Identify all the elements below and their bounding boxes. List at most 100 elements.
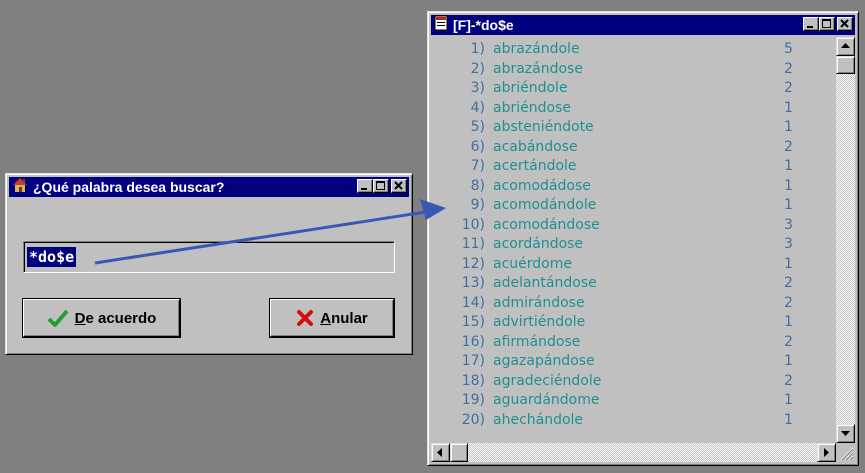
arrow-right-icon bbox=[824, 448, 829, 457]
list-item[interactable]: 3) abriéndole 2 bbox=[431, 80, 831, 100]
row-word: adelantándose bbox=[493, 275, 597, 291]
row-count: 1 bbox=[784, 392, 793, 408]
close-icon bbox=[394, 181, 403, 190]
row-word: acomodándole bbox=[493, 197, 597, 213]
results-list[interactable]: 1) abrazándole 5 2) abrazándose 2 3) abriéndole… bbox=[431, 37, 837, 449]
list-item[interactable]: 14) admirándose 2 bbox=[431, 295, 831, 315]
row-word: acabándose bbox=[493, 138, 578, 155]
checkmark-icon bbox=[47, 309, 69, 327]
list-item[interactable]: 5) absteniéndote 1 bbox=[431, 119, 831, 139]
scroll-left-button[interactable] bbox=[431, 443, 450, 462]
row-number: 18) bbox=[461, 372, 485, 389]
ok-button-label: De acuerdo bbox=[74, 309, 157, 327]
scroll-thumb[interactable] bbox=[836, 56, 855, 74]
row-number: 4) bbox=[470, 99, 485, 116]
list-item[interactable]: 12) acuérdome 1 bbox=[431, 256, 831, 276]
row-number: 2) bbox=[470, 60, 485, 77]
list-item[interactable]: 18) agradeciéndole 2 bbox=[431, 373, 831, 393]
row-number: 1) bbox=[470, 41, 485, 57]
horizontal-scroll-thumb[interactable] bbox=[450, 443, 468, 462]
row-count: 1 bbox=[784, 255, 793, 272]
vertical-scrollbar[interactable] bbox=[836, 37, 855, 449]
row-word: agazapándose bbox=[493, 353, 595, 369]
cancel-button[interactable]: Anular bbox=[270, 299, 394, 337]
row-count: 1 bbox=[784, 314, 793, 330]
close-button[interactable] bbox=[391, 179, 407, 193]
results-titlebar[interactable]: [F]-*do$e bbox=[431, 15, 855, 35]
arrow-up-icon bbox=[841, 43, 850, 48]
row-word: abrazándose bbox=[493, 60, 583, 77]
row-count: 1 bbox=[784, 411, 793, 428]
row-count: 2 bbox=[784, 275, 793, 291]
row-word: afirmándose bbox=[493, 333, 581, 350]
row-count: 1 bbox=[784, 158, 793, 174]
row-word: abriéndole bbox=[493, 80, 568, 96]
row-word: abriéndose bbox=[493, 99, 571, 116]
search-input[interactable]: *do$e bbox=[23, 241, 395, 273]
row-word: abrazándole bbox=[493, 41, 580, 57]
cancel-button-label: Anular bbox=[320, 309, 368, 327]
list-item[interactable]: 20) ahechándole 1 bbox=[431, 412, 831, 432]
row-number: 16) bbox=[461, 333, 485, 350]
horizontal-scrollbar[interactable] bbox=[431, 443, 836, 462]
x-icon bbox=[297, 310, 314, 326]
list-item[interactable]: 11) acordándose 3 bbox=[431, 236, 831, 256]
close-button[interactable] bbox=[837, 17, 853, 31]
dialog-titlebar[interactable]: ¿Qué palabra desea buscar? bbox=[9, 177, 409, 197]
scroll-right-button[interactable] bbox=[817, 443, 836, 462]
resize-grip-icon bbox=[840, 447, 854, 461]
row-count: 1 bbox=[784, 177, 793, 194]
arrow-left-icon bbox=[437, 448, 442, 457]
row-word: ahechándole bbox=[493, 411, 584, 428]
row-count: 1 bbox=[784, 119, 793, 135]
list-item[interactable]: 6) acabándose 2 bbox=[431, 139, 831, 159]
list-item[interactable]: 8) acomodádose 1 bbox=[431, 178, 831, 198]
list-item[interactable]: 9) acomodándole 1 bbox=[431, 197, 831, 217]
scroll-down-button[interactable] bbox=[836, 424, 855, 443]
row-number: 3) bbox=[470, 80, 485, 96]
row-count: 2 bbox=[784, 138, 793, 155]
list-item[interactable]: 17) agazapándose 1 bbox=[431, 353, 831, 373]
row-count: 1 bbox=[784, 353, 793, 369]
row-count: 1 bbox=[784, 99, 793, 116]
list-item[interactable]: 13) adelantándose 2 bbox=[431, 275, 831, 295]
row-word: advirtiéndole bbox=[493, 314, 586, 330]
row-number: 14) bbox=[461, 294, 485, 311]
results-window: [F]-*do$e 1) abrazándole 5 2) abrazándose 2 3)… bbox=[427, 11, 859, 466]
maximize-icon bbox=[822, 19, 831, 28]
row-count: 3 bbox=[784, 236, 793, 252]
close-icon bbox=[840, 19, 849, 28]
results-title: [F]-*do$e bbox=[453, 17, 514, 33]
row-number: 6) bbox=[470, 138, 485, 155]
row-word: admirándose bbox=[493, 294, 585, 311]
ok-button[interactable]: De acuerdo bbox=[23, 299, 180, 337]
maximize-button[interactable] bbox=[819, 17, 835, 31]
row-count: 5 bbox=[784, 41, 793, 57]
document-icon bbox=[433, 15, 449, 36]
maximize-icon bbox=[376, 181, 385, 190]
list-item[interactable]: 1) abrazándole 5 bbox=[431, 41, 831, 61]
list-item[interactable]: 16) afirmándose 2 bbox=[431, 334, 831, 354]
search-input-value: *do$e bbox=[27, 247, 77, 267]
resize-grip[interactable] bbox=[836, 443, 855, 462]
row-number: 9) bbox=[470, 197, 485, 213]
minimize-button[interactable] bbox=[803, 17, 819, 31]
list-item[interactable]: 4) abriéndose 1 bbox=[431, 100, 831, 120]
row-count: 2 bbox=[784, 60, 793, 77]
list-item[interactable]: 19) aguardándome 1 bbox=[431, 392, 831, 412]
minimize-button[interactable] bbox=[357, 179, 373, 193]
minimize-icon bbox=[361, 188, 367, 190]
row-count: 2 bbox=[784, 80, 793, 96]
scroll-up-button[interactable] bbox=[836, 37, 855, 56]
list-item[interactable]: 10) acomodándose 3 bbox=[431, 217, 831, 237]
list-item[interactable]: 7) acertándole 1 bbox=[431, 158, 831, 178]
maximize-button[interactable] bbox=[373, 179, 389, 193]
search-dialog: ¿Qué palabra desea buscar? *do$e De acue… bbox=[5, 173, 413, 355]
dialog-title: ¿Qué palabra desea buscar? bbox=[33, 179, 225, 195]
row-number: 12) bbox=[461, 255, 485, 272]
row-word: agradeciéndole bbox=[493, 372, 602, 389]
list-item[interactable]: 2) abrazándose 2 bbox=[431, 61, 831, 81]
row-number: 7) bbox=[470, 158, 485, 174]
row-word: aguardándome bbox=[493, 392, 600, 408]
list-item[interactable]: 15) advirtiéndole 1 bbox=[431, 314, 831, 334]
